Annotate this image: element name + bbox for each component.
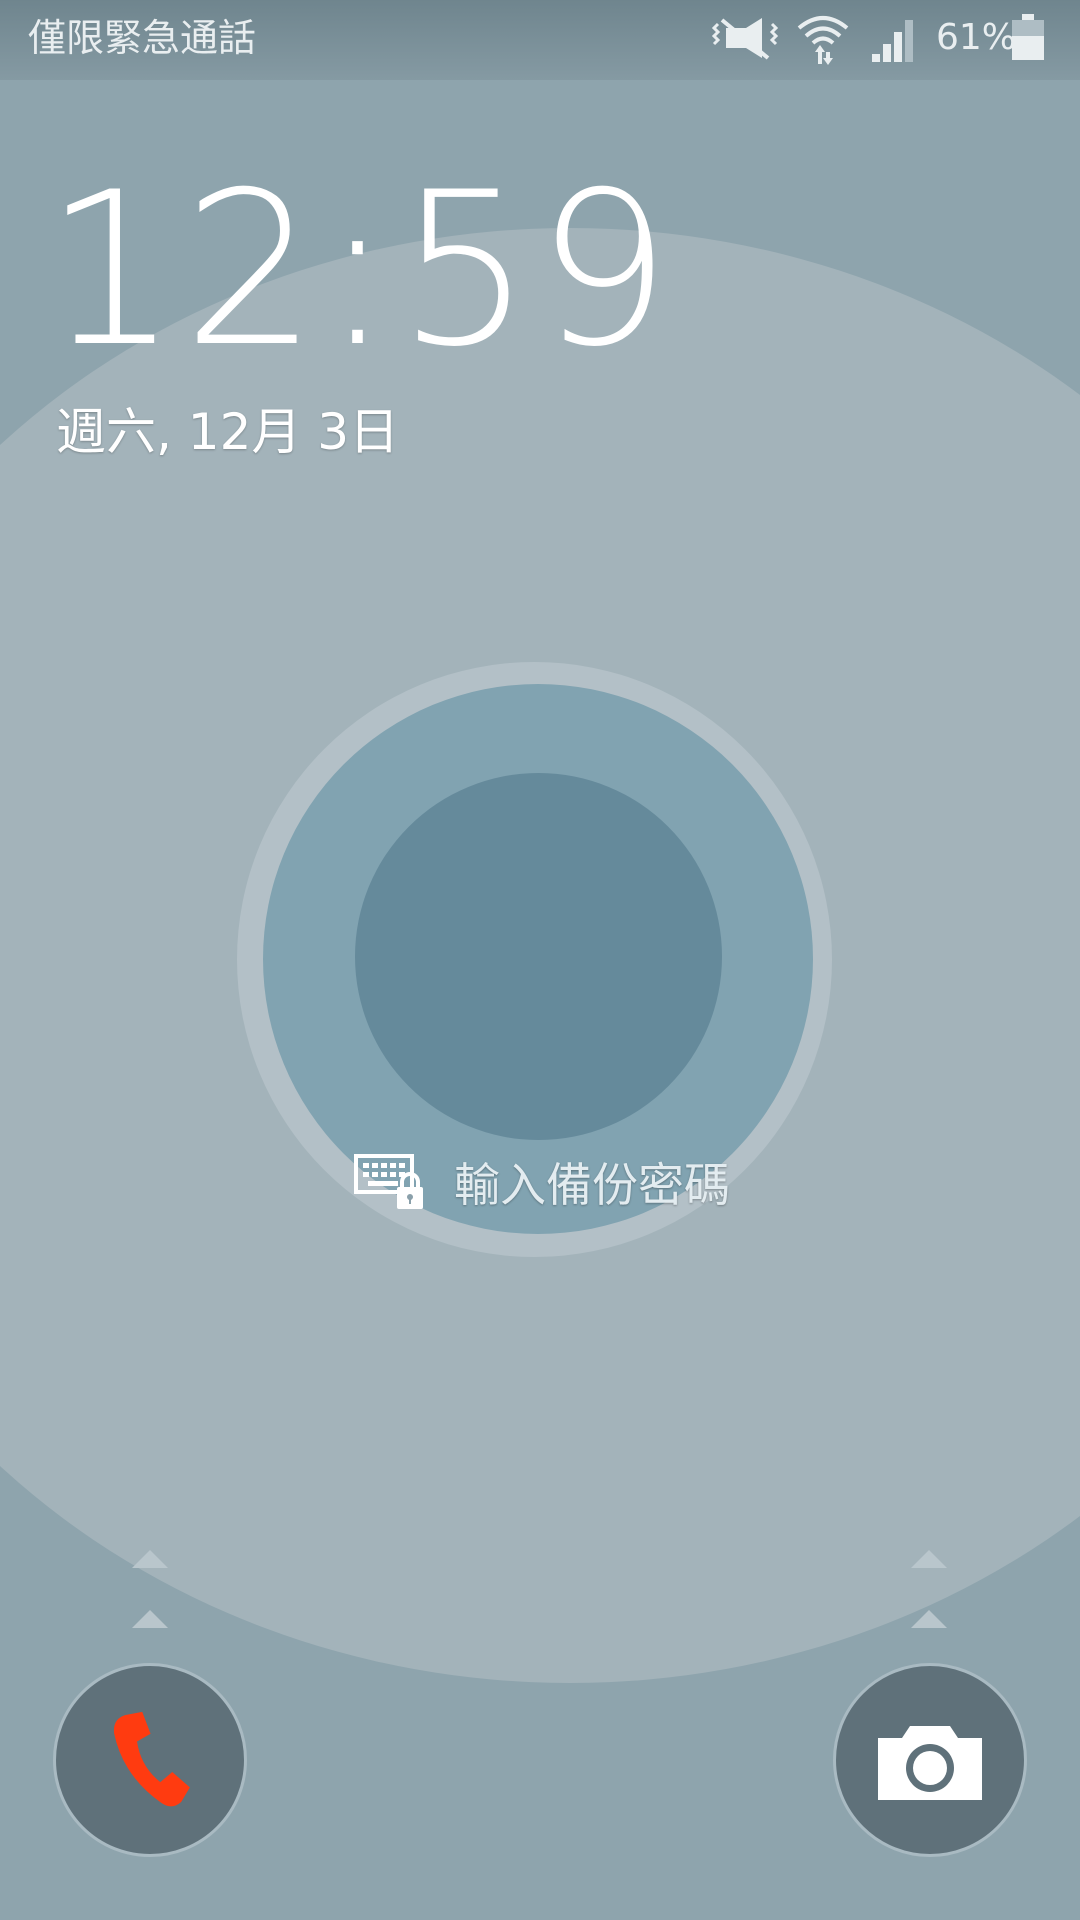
clock-date: 週六, 12月 3日 <box>56 403 400 461</box>
wifi-icon <box>797 16 849 65</box>
carrier-text: 僅限緊急通話 <box>28 16 257 60</box>
swipe-up-hint-icon <box>132 1550 168 1628</box>
keyboard-lock-icon <box>354 1154 423 1209</box>
signal-icon <box>872 20 913 62</box>
battery-icon <box>1012 14 1044 60</box>
phone-icon <box>113 1711 190 1807</box>
vibrate-mute-icon <box>711 18 779 60</box>
camera-shortcut-button[interactable] <box>833 1663 1027 1857</box>
backup-password-button[interactable]: 輸入備份密碼 <box>354 1150 730 1214</box>
status-bar: 僅限緊急通話 61% <box>0 0 1080 80</box>
lock-screen: 僅限緊急通話 61% 12:59 週六, 12月 3日 輸入備份密碼 <box>0 0 1080 1920</box>
phone-shortcut-button[interactable] <box>53 1663 247 1857</box>
backup-password-label: 輸入備份密碼 <box>454 1158 730 1212</box>
camera-icon <box>878 1726 982 1800</box>
clock-time: 12:59 <box>44 146 675 393</box>
battery-percent: 61% <box>936 17 1017 58</box>
unlock-circle-center[interactable] <box>355 773 722 1140</box>
swipe-up-hint-icon <box>911 1550 947 1628</box>
